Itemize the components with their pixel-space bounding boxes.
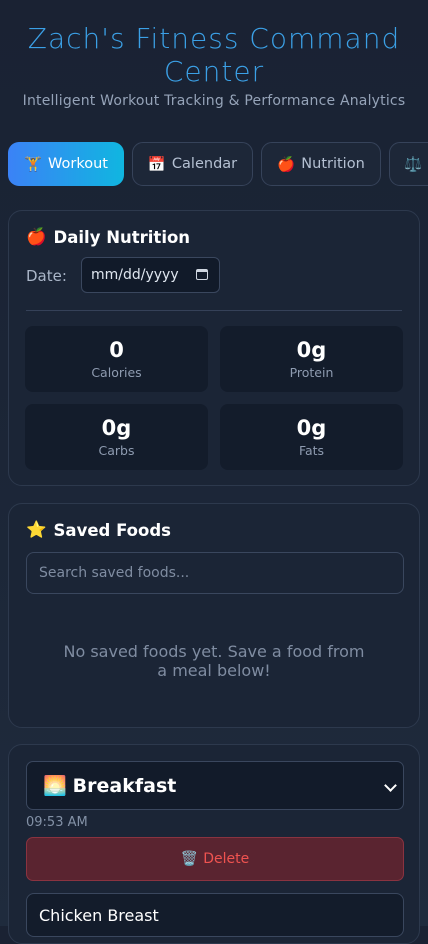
meal-type-value: Breakfast — [72, 774, 177, 797]
fats-stat: 0g Fats — [220, 404, 403, 470]
carbs-label: Carbs — [98, 443, 135, 458]
scale-icon: ⚖️ — [404, 156, 423, 173]
tab-bar: 🏋️ Workout 📅 Calendar 🍎 Nutrition ⚖️ — [8, 142, 428, 186]
tab-workout[interactable]: 🏋️ Workout — [8, 142, 124, 186]
calendar-icon: 📅 — [147, 156, 166, 173]
saved-foods-card: ⭐ Saved Foods No saved foods yet. Save a… — [8, 503, 420, 728]
calories-label: Calories — [91, 365, 142, 380]
saved-foods-empty-message: No saved foods yet. Save a food from a m… — [63, 642, 365, 680]
food-name-input[interactable]: Chicken Breast — [26, 893, 404, 937]
meal-card: 🌅 Breakfast 09:53 AM 🗑️ Delete Chicken B… — [8, 744, 420, 944]
dumbbell-icon: 🏋️ — [23, 156, 43, 173]
apple-icon: 🍎 — [277, 156, 296, 173]
delete-meal-button[interactable]: 🗑️ Delete — [26, 837, 404, 881]
app-subtitle: Intelligent Workout Tracking & Performan… — [22, 93, 406, 109]
meal-time: 09:53 AM — [26, 815, 88, 830]
tab-calendar[interactable]: 📅 Calendar — [132, 142, 253, 186]
chevron-down-icon — [384, 779, 397, 792]
fats-label: Fats — [298, 443, 325, 458]
tab-nutrition[interactable]: 🍎 Nutrition — [261, 142, 381, 186]
protein-value: 0g — [296, 338, 327, 362]
app-header: Zach's Fitness Command Center Intelligen… — [0, 0, 428, 109]
calendar-picker-icon[interactable] — [196, 269, 208, 280]
sunrise-icon: 🌅 — [43, 775, 67, 797]
card-title-text: Saved Foods — [53, 520, 171, 540]
divider — [26, 310, 402, 311]
daily-nutrition-title: 🍎 Daily Nutrition — [26, 227, 190, 247]
calories-value: 0 — [109, 338, 124, 362]
apple-icon: 🍎 — [26, 227, 47, 246]
carbs-value: 0g — [101, 416, 132, 440]
date-value: mm/dd/yyyy — [91, 267, 179, 283]
card-title-text: Daily Nutrition — [53, 227, 191, 247]
tab-weight[interactable]: ⚖️ — [389, 142, 428, 186]
fats-value: 0g — [296, 416, 327, 440]
date-label: Date: — [26, 267, 67, 285]
tab-label: Workout — [48, 156, 108, 172]
saved-foods-search-input[interactable] — [26, 552, 404, 594]
star-icon: ⭐ — [26, 520, 47, 539]
protein-label: Protein — [289, 365, 334, 380]
date-input[interactable]: mm/dd/yyyy — [81, 257, 220, 293]
daily-nutrition-card: 🍎 Daily Nutrition Date: mm/dd/yyyy 0 Cal… — [8, 210, 420, 486]
trash-icon: 🗑️ — [180, 851, 199, 867]
carbs-stat: 0g Carbs — [25, 404, 208, 470]
app-title: Zach's Fitness Command Center — [27, 22, 401, 88]
saved-foods-title: ⭐ Saved Foods — [26, 520, 171, 540]
tab-label: Calendar — [171, 156, 238, 172]
delete-label: Delete — [203, 851, 250, 867]
meal-type-select[interactable]: 🌅 Breakfast — [26, 761, 404, 810]
calories-stat: 0 Calories — [25, 326, 208, 392]
tab-label: Nutrition — [301, 156, 365, 172]
protein-stat: 0g Protein — [220, 326, 403, 392]
